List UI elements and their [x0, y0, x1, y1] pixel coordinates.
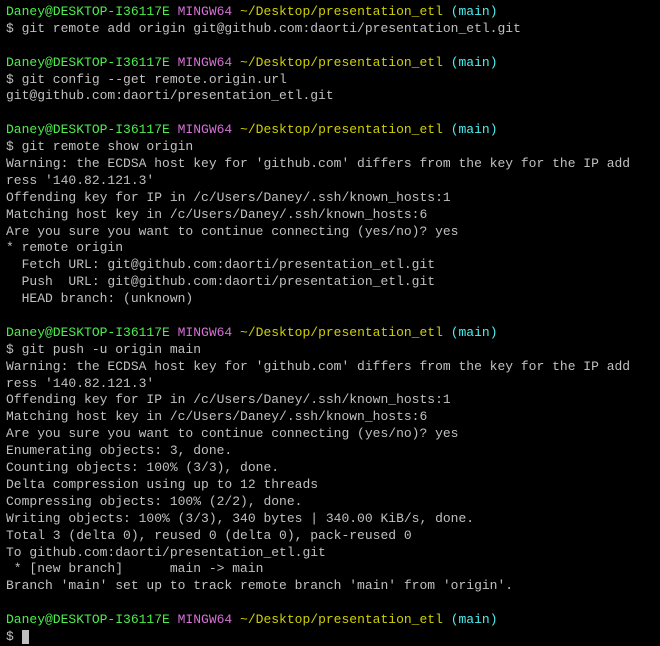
prompt-branch: (main) — [443, 612, 498, 627]
prompt-branch: (main) — [443, 55, 498, 70]
prompt-path: ~/Desktop/presentation_etl — [232, 55, 443, 70]
output-line: Enumerating objects: 3, done. — [6, 443, 654, 460]
blank-line — [6, 105, 654, 122]
prompt-line: Daney@DESKTOP-I36117E MINGW64 ~/Desktop/… — [6, 122, 654, 139]
output-line: Warning: the ECDSA host key for 'github.… — [6, 359, 654, 376]
prompt-host: MINGW64 — [170, 4, 232, 19]
output-line: git@github.com:daorti/presentation_etl.g… — [6, 88, 654, 105]
prompt-path: ~/Desktop/presentation_etl — [232, 122, 443, 137]
output-line: Warning: the ECDSA host key for 'github.… — [6, 156, 654, 173]
prompt-user: Daney@DESKTOP-I36117E — [6, 325, 170, 340]
output-line: Are you sure you want to continue connec… — [6, 224, 654, 241]
output-line: Push URL: git@github.com:daorti/presenta… — [6, 274, 654, 291]
output-line: Branch 'main' set up to track remote bra… — [6, 578, 654, 595]
terminal-window[interactable]: Daney@DESKTOP-I36117E MINGW64 ~/Desktop/… — [6, 4, 654, 646]
output-line: Counting objects: 100% (3/3), done. — [6, 460, 654, 477]
output-line: Delta compression using up to 12 threads — [6, 477, 654, 494]
output-line: To github.com:daorti/presentation_etl.gi… — [6, 545, 654, 562]
prompt-host: MINGW64 — [170, 55, 232, 70]
prompt-user: Daney@DESKTOP-I36117E — [6, 55, 170, 70]
prompt-line: Daney@DESKTOP-I36117E MINGW64 ~/Desktop/… — [6, 612, 654, 629]
output-line: Compressing objects: 100% (2/2), done. — [6, 494, 654, 511]
command-line: $ git remote add origin git@github.com:d… — [6, 21, 654, 38]
output-line: Writing objects: 100% (3/3), 340 bytes |… — [6, 511, 654, 528]
output-line: Fetch URL: git@github.com:daorti/present… — [6, 257, 654, 274]
prompt-branch: (main) — [443, 325, 498, 340]
output-line: HEAD branch: (unknown) — [6, 291, 654, 308]
command-line: $ git push -u origin main — [6, 342, 654, 359]
prompt-host: MINGW64 — [170, 325, 232, 340]
prompt-branch: (main) — [443, 4, 498, 19]
command-line: $ git config --get remote.origin.url — [6, 72, 654, 89]
prompt-line: Daney@DESKTOP-I36117E MINGW64 ~/Desktop/… — [6, 325, 654, 342]
cursor-icon — [22, 630, 29, 644]
prompt-line: Daney@DESKTOP-I36117E MINGW64 ~/Desktop/… — [6, 55, 654, 72]
output-line: * remote origin — [6, 240, 654, 257]
prompt-user: Daney@DESKTOP-I36117E — [6, 122, 170, 137]
prompt-line: Daney@DESKTOP-I36117E MINGW64 ~/Desktop/… — [6, 4, 654, 21]
output-line: Are you sure you want to continue connec… — [6, 426, 654, 443]
prompt-user: Daney@DESKTOP-I36117E — [6, 4, 170, 19]
blank-line — [6, 38, 654, 55]
prompt-host: MINGW64 — [170, 612, 232, 627]
output-line: ress '140.82.121.3' — [6, 173, 654, 190]
blank-line — [6, 595, 654, 612]
output-line: * [new branch] main -> main — [6, 561, 654, 578]
prompt-path: ~/Desktop/presentation_etl — [232, 4, 443, 19]
prompt-path: ~/Desktop/presentation_etl — [232, 612, 443, 627]
output-line: Matching host key in /c/Users/Daney/.ssh… — [6, 409, 654, 426]
prompt-path: ~/Desktop/presentation_etl — [232, 325, 443, 340]
active-command-line[interactable]: $ — [6, 629, 654, 646]
prompt-user: Daney@DESKTOP-I36117E — [6, 612, 170, 627]
prompt-host: MINGW64 — [170, 122, 232, 137]
blank-line — [6, 308, 654, 325]
output-line: Offending key for IP in /c/Users/Daney/.… — [6, 392, 654, 409]
output-line: ress '140.82.121.3' — [6, 376, 654, 393]
output-line: Offending key for IP in /c/Users/Daney/.… — [6, 190, 654, 207]
prompt-branch: (main) — [443, 122, 498, 137]
command-line: $ git remote show origin — [6, 139, 654, 156]
output-line: Matching host key in /c/Users/Daney/.ssh… — [6, 207, 654, 224]
output-line: Total 3 (delta 0), reused 0 (delta 0), p… — [6, 528, 654, 545]
prompt-symbol: $ — [6, 629, 22, 644]
